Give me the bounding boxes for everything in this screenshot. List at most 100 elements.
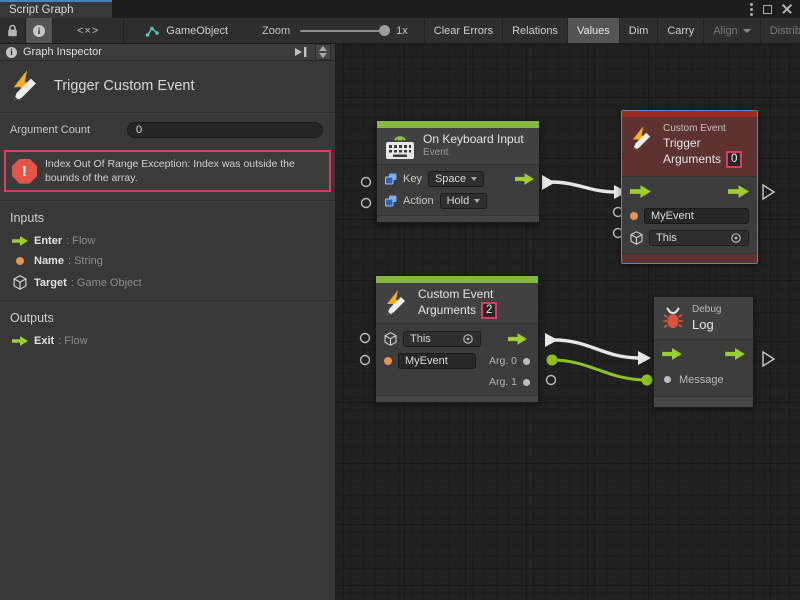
lock-button[interactable] — [0, 18, 26, 43]
string-port-icon[interactable] — [384, 357, 392, 365]
message-label: Message — [679, 374, 724, 386]
main-area: i Graph Inspector — [0, 44, 800, 600]
inputs-section-title: Inputs — [0, 201, 335, 231]
error-message-box: ! Index Out Of Range Exception: Index wa… — [4, 150, 331, 192]
custom-event-icon — [10, 70, 42, 102]
zoom-label: Zoom — [262, 25, 290, 37]
output-row-exit: Exit : Flow — [0, 331, 335, 351]
graph-target[interactable]: GameObject — [124, 18, 238, 43]
port-customevent-arg1-out[interactable] — [547, 376, 556, 385]
node-title-line1: Custom Event — [418, 287, 497, 302]
argument-count-row: Argument Count 0 — [0, 113, 335, 148]
menu-icon[interactable] — [750, 8, 753, 11]
unity-visual-scripting-window: Script Graph i <×> — [0, 0, 800, 600]
carry-button[interactable]: Carry — [658, 18, 704, 43]
spinner-up-icon[interactable] — [319, 46, 327, 51]
distribute-button[interactable]: Distribute — [761, 18, 800, 43]
inspect-button[interactable]: i — [26, 18, 53, 43]
target-dropdown[interactable]: This — [649, 230, 749, 246]
key-label: Key — [403, 173, 422, 185]
port-customevent-name[interactable] — [361, 356, 370, 365]
trigger-flow-out-port[interactable] — [515, 173, 534, 185]
flow-in-port[interactable] — [630, 185, 651, 201]
target-row: This — [628, 227, 751, 249]
node-header: On Keyboard Input Event — [377, 128, 539, 164]
zoom-value: 1x — [396, 25, 408, 37]
message-port[interactable] — [664, 376, 671, 383]
node-title-line2: Arguments 0 — [663, 151, 742, 168]
gameobject-cube-icon[interactable] — [630, 231, 643, 245]
flow-out-port[interactable] — [725, 348, 745, 363]
spinner-down-icon[interactable] — [319, 53, 327, 58]
node-footer — [376, 395, 538, 402]
clear-errors-button[interactable]: Clear Errors — [425, 18, 503, 43]
tab-label: Script Graph — [9, 4, 74, 16]
node-subtitle: Event — [423, 147, 524, 160]
arg0-label: Arg. 0 — [489, 355, 517, 367]
port-customevent-target[interactable] — [361, 334, 370, 343]
zoom-slider-thumb[interactable] — [379, 25, 390, 36]
zoom-slider[interactable] — [300, 30, 388, 32]
error-icon: ! — [12, 159, 37, 184]
tab-script-graph[interactable]: Script Graph — [0, 0, 112, 18]
arg1-port[interactable] — [523, 379, 530, 386]
node-debug-log[interactable]: Debug Log Message — [653, 296, 754, 408]
relations-button[interactable]: Relations — [503, 18, 568, 43]
gameobject-icon — [144, 24, 160, 38]
code-preview-button[interactable]: <×> — [53, 18, 124, 43]
flow-in-port[interactable] — [662, 348, 682, 363]
align-button[interactable]: Align — [704, 18, 760, 43]
dock-icon — [294, 47, 308, 57]
custom-event-icon — [384, 290, 410, 316]
event-name-field[interactable]: MyEvent — [398, 353, 476, 369]
target-picker-icon[interactable] — [730, 232, 742, 244]
close-icon[interactable] — [782, 4, 792, 14]
node-footer — [654, 396, 753, 407]
code-icon: <×> — [77, 25, 99, 37]
port-keyboard-action[interactable] — [362, 199, 371, 208]
dim-button[interactable]: Dim — [620, 18, 659, 43]
arg0-port[interactable] — [523, 358, 530, 365]
dock-button[interactable] — [291, 46, 311, 58]
arguments-count-field[interactable]: 2 — [481, 302, 497, 319]
values-button[interactable]: Values — [568, 18, 620, 43]
event-name-field[interactable]: MyEvent — [644, 208, 749, 224]
node-on-keyboard-input[interactable]: On Keyboard Input Event Key Space — [376, 120, 540, 223]
flow-out-port[interactable] — [728, 185, 749, 201]
wire-keyboard-to-trigger[interactable] — [542, 175, 627, 199]
flow-port-icon — [8, 336, 32, 346]
port-keyboard-key[interactable] — [362, 178, 371, 187]
port-log-exit[interactable] — [763, 352, 774, 366]
key-dropdown[interactable]: Space — [428, 171, 484, 187]
flow-port-icon — [8, 236, 32, 246]
string-port-icon — [8, 257, 32, 265]
graph-canvas[interactable]: On Keyboard Input Event Key Space — [336, 44, 800, 600]
node-trigger-custom-event[interactable]: Custom Event Trigger Arguments 0 — [621, 110, 758, 264]
bug-icon — [662, 306, 684, 330]
node-header: Custom Event Trigger Arguments 0 — [622, 117, 757, 176]
message-row: Message — [660, 368, 747, 392]
key-row: Key Space — [377, 168, 539, 190]
gameobject-cube-icon — [8, 275, 32, 290]
port-trigger-exit[interactable] — [763, 185, 774, 199]
node-header: Custom Event Arguments 2 — [376, 283, 538, 323]
argument-count-input[interactable]: 0 — [127, 122, 323, 138]
window-controls — [750, 0, 800, 18]
graph-inspector-title: Graph Inspector — [23, 46, 102, 58]
chevron-down-icon — [743, 29, 751, 33]
string-port-icon[interactable] — [630, 212, 638, 220]
gameobject-cube-icon[interactable] — [384, 332, 397, 346]
target-dropdown[interactable]: This — [403, 331, 481, 347]
node-kicker: Custom Event — [663, 123, 742, 136]
maximize-icon[interactable] — [763, 5, 772, 14]
input-row-target: Target : Game Object — [0, 271, 335, 294]
arguments-count-field[interactable]: 0 — [726, 151, 742, 168]
node-footer — [622, 253, 757, 263]
node-custom-event[interactable]: Custom Event Arguments 2 This — [375, 275, 539, 403]
graph-toolbar: i <×> GameObject Zoom 1x Clear Errors Re… — [0, 18, 800, 44]
action-dropdown[interactable]: Hold — [440, 193, 488, 209]
trigger-flow-out-port[interactable] — [508, 333, 527, 345]
input-row-name: Name : String — [0, 251, 335, 271]
argument-count-label: Argument Count — [10, 124, 90, 136]
target-picker-icon[interactable] — [462, 333, 474, 345]
